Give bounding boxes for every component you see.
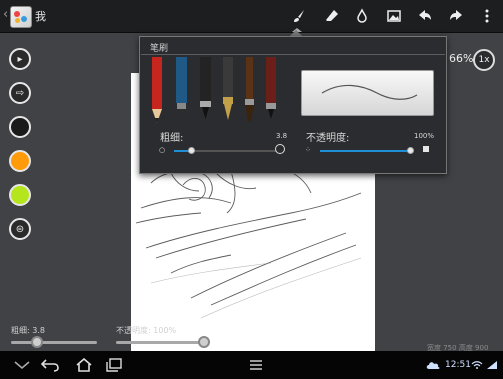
brush-style-1-button[interactable]: ▸ <box>9 48 31 70</box>
nav-hide-icon[interactable] <box>10 357 34 373</box>
app-icon[interactable] <box>10 6 32 28</box>
opacity-slider-fill <box>320 150 410 152</box>
brush-style-2-button[interactable]: ⇨ <box>9 82 31 104</box>
popup-divider <box>141 54 445 55</box>
action-bar: ‹ 我 <box>0 0 503 33</box>
opacity-label: 不透明度: <box>306 133 350 144</box>
thickness-slider-rest <box>191 150 276 152</box>
opacity-value: 100% <box>414 132 435 140</box>
wifi-icon <box>470 357 484 373</box>
brush-icon[interactable] <box>290 7 308 25</box>
pen-tip-icon: ⊜ <box>15 223 25 235</box>
blue-pen-option[interactable] <box>176 57 187 121</box>
redo-icon[interactable] <box>447 7 465 25</box>
color-swatch-orange[interactable] <box>9 150 31 172</box>
bottom-thickness-label: 粗细: 3.8 <box>11 326 45 335</box>
signal-icon <box>485 357 499 373</box>
zoom-percent: 66% <box>449 52 474 65</box>
nav-recents-icon[interactable] <box>102 357 126 373</box>
red-pen-option[interactable] <box>266 57 276 119</box>
marker-tip-icon: ⇨ <box>15 87 25 99</box>
popup-title: 笔刷 <box>150 44 169 54</box>
bottom-thickness-knob[interactable] <box>31 336 43 348</box>
overflow-icon[interactable] <box>478 7 496 25</box>
brush-style-3-button[interactable]: ⊜ <box>9 218 31 240</box>
status-clock: 12:51 <box>445 360 471 370</box>
cloud-icon <box>424 357 442 373</box>
dropper-icon[interactable] <box>353 7 371 25</box>
opacity-slider-knob[interactable] <box>407 147 414 154</box>
flat-brush-option[interactable] <box>245 57 254 121</box>
thickness-slider[interactable] <box>174 147 276 154</box>
red-pencil-option[interactable] <box>152 57 162 123</box>
nav-home-icon[interactable] <box>72 357 96 373</box>
zoom-reset-button[interactable]: 1x <box>473 49 495 71</box>
nav-back-icon[interactable] <box>38 357 62 373</box>
brush-picker <box>152 57 276 123</box>
thickness-slider-knob[interactable] <box>188 147 195 154</box>
back-chevron-icon[interactable]: ‹ <box>3 7 8 22</box>
bottom-thickness-slider[interactable] <box>11 336 97 348</box>
color-swatch-black[interactable] <box>9 116 31 138</box>
thickness-label: 粗细: <box>160 133 184 144</box>
bottom-opacity-knob[interactable] <box>198 336 210 348</box>
opacity-slider[interactable] <box>320 147 414 154</box>
undo-icon[interactable] <box>416 7 434 25</box>
thick-circle-icon <box>275 144 285 154</box>
opaque-square-icon <box>423 146 429 152</box>
color-swatch-lime[interactable] <box>9 184 31 206</box>
bottom-opacity-slider[interactable] <box>116 336 210 348</box>
system-navbar: 12:51 <box>0 351 503 379</box>
brush-tip-icon: ▸ <box>17 53 23 65</box>
transparent-icon: ⁘ <box>305 146 311 154</box>
app-title: 我 <box>35 10 46 23</box>
black-marker-option[interactable] <box>200 57 211 119</box>
brush-settings-popup: 笔刷 粗细: 3.8 ○ 不透明度: 100% ⁘ <box>139 36 447 174</box>
thin-dot-icon: ○ <box>159 146 166 154</box>
bottom-opacity-label: 不透明度: 100% <box>116 326 177 335</box>
stroke-preview <box>301 70 434 116</box>
fountain-pen-option[interactable] <box>223 57 233 120</box>
nav-menu-icon[interactable] <box>244 357 268 373</box>
eraser-icon[interactable] <box>323 7 341 25</box>
thickness-value: 3.8 <box>276 132 288 140</box>
image-icon[interactable] <box>385 7 403 25</box>
